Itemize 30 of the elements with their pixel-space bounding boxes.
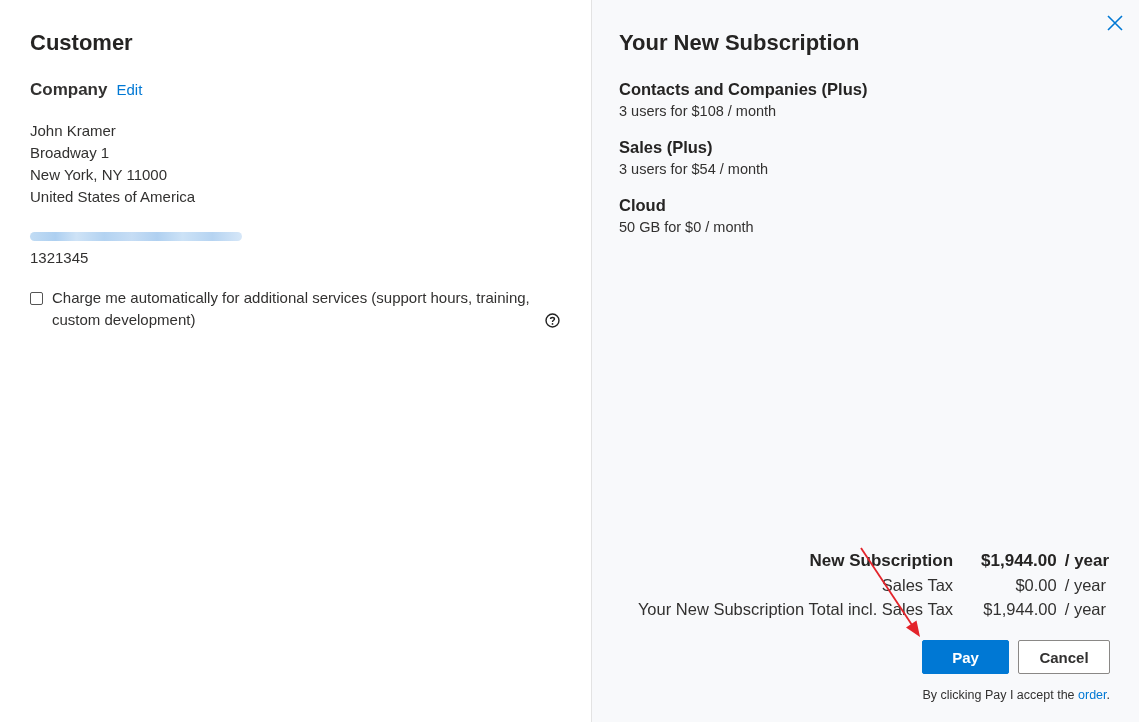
summary-amount: $1,944.00 bbox=[982, 599, 1057, 620]
plan-name: Cloud bbox=[619, 195, 667, 216]
section-title: Customer bbox=[30, 29, 134, 57]
order-link[interactable]: order bbox=[1078, 688, 1107, 702]
close-icon bbox=[1107, 15, 1123, 31]
consent-text: By clicking Pay I accept the order. bbox=[922, 687, 1110, 704]
summary-amount: $1,944.00 bbox=[981, 550, 1057, 572]
summary-period: / year bbox=[1064, 599, 1106, 620]
help-icon[interactable] bbox=[545, 313, 560, 328]
plan-price: 3 users for $54 / month bbox=[619, 160, 770, 179]
checkbox[interactable] bbox=[30, 292, 43, 305]
address-line: Broadway 1 bbox=[30, 143, 111, 163]
cancel-button[interactable]: Cancel bbox=[1018, 640, 1110, 674]
address-line: John Kramer bbox=[30, 121, 117, 141]
pay-button[interactable]: Pay bbox=[922, 640, 1009, 674]
plan-price: 50 GB for $0 / month bbox=[619, 218, 755, 237]
checkbox-label: Charge me automatically for additional services (support hours, training, custom development) bbox=[52, 288, 531, 330]
plan-name: Sales (Plus) bbox=[619, 137, 714, 158]
summary-period: / year bbox=[1064, 550, 1110, 572]
phone-number: 1321345 bbox=[30, 248, 90, 268]
section-title: Your New Subscription bbox=[619, 29, 860, 57]
close-button[interactable] bbox=[1107, 15, 1123, 31]
company-label: Company bbox=[30, 79, 108, 101]
address-line: New York, NY 11000 bbox=[30, 165, 169, 185]
address-line: United States of America bbox=[30, 187, 197, 207]
edit-link[interactable]: Edit bbox=[116, 78, 143, 102]
plan-name: Contacts and Companies (Plus) bbox=[619, 79, 869, 100]
summary-period: / year bbox=[1064, 575, 1106, 596]
plan-price: 3 users for $108 / month bbox=[619, 102, 778, 121]
summary-amount: $0.00 bbox=[1014, 575, 1057, 596]
